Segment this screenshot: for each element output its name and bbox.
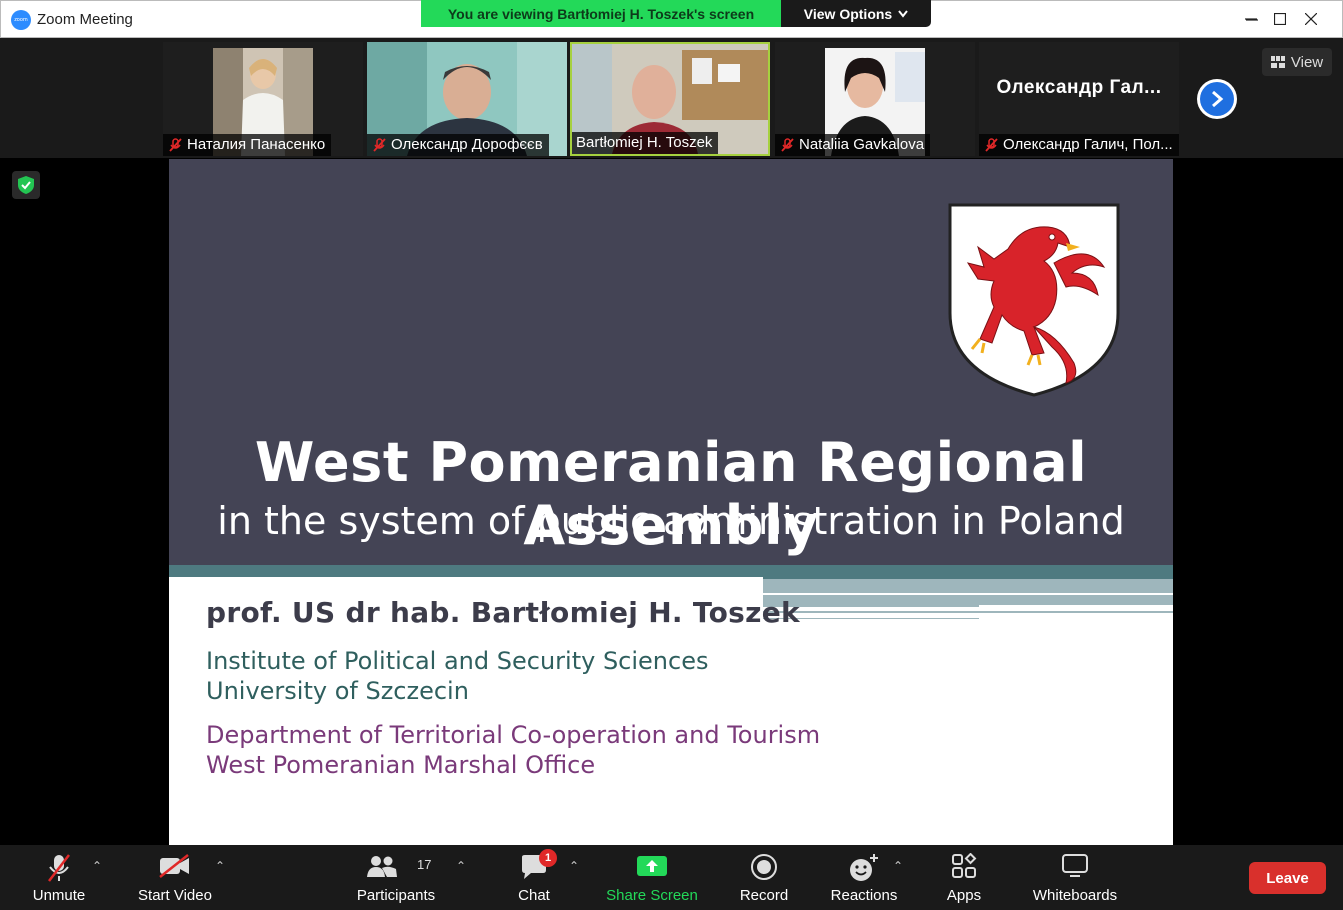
view-options-button[interactable]: View Options <box>781 0 931 27</box>
maximize-button[interactable] <box>1228 0 1286 37</box>
share-screen-arrow-icon <box>637 856 667 876</box>
decor-line <box>763 593 1173 595</box>
decor-line <box>979 605 1173 608</box>
apps-label: Apps <box>946 887 982 904</box>
slide-subtitle: in the system of public administration i… <box>217 499 1125 543</box>
apps-button[interactable]: Apps <box>938 845 990 910</box>
reactions-options-caret-icon[interactable]: ⌃ <box>893 859 903 873</box>
whiteboard-icon <box>1062 854 1088 877</box>
view-label: View <box>1290 53 1324 71</box>
mic-muted-icon <box>373 138 386 152</box>
chat-unread-badge: 1 <box>539 849 557 867</box>
shared-screen-slide: West Pomeranian Regional Assembly in the… <box>169 159 1173 845</box>
participant-tile[interactable]: Наталия Панасенко <box>163 42 363 156</box>
grid-icon <box>1270 56 1285 68</box>
reactions-label: Reactions <box>830 887 898 904</box>
share-screen-label: Share Screen <box>606 887 698 904</box>
decor-line <box>763 611 1173 613</box>
next-page-button[interactable] <box>1197 79 1237 119</box>
participant-tile[interactable]: Nataliia Gavkalova <box>775 42 975 156</box>
participant-tile[interactable]: Олександр Дорофєєв <box>367 42 567 156</box>
start-video-label: Start Video <box>138 887 212 904</box>
chat-options-caret-icon[interactable]: ⌃ <box>569 859 579 873</box>
audio-options-caret-icon[interactable]: ⌃ <box>92 859 102 873</box>
participant-name-label: Олександр Галич, Пол... <box>979 134 1179 156</box>
reactions-button[interactable]: Reactions <box>826 845 902 910</box>
affiliation-line: University of Szczecin <box>206 677 469 705</box>
close-button[interactable] <box>1282 0 1340 37</box>
mic-muted-icon <box>169 138 182 152</box>
chevron-down-icon <box>898 9 908 18</box>
video-camera-off-icon <box>159 854 189 878</box>
participant-tile[interactable]: Олександр Гал... Олександр Галич, Пол... <box>979 42 1179 156</box>
unmute-label: Unmute <box>32 887 86 904</box>
whiteboards-label: Whiteboards <box>1032 887 1118 904</box>
participant-name-label: Bartłomiej H. Toszek <box>572 132 719 154</box>
participant-tile-active-speaker[interactable]: Bartłomiej H. Toszek <box>570 42 770 156</box>
affiliation-line: Institute of Political and Security Scie… <box>206 647 709 675</box>
participants-button[interactable]: Participants <box>352 845 440 910</box>
viewing-screen-banner: You are viewing Bartłomiej H. Toszek's s… <box>421 0 781 27</box>
griffin-coat-of-arms-icon <box>948 203 1120 397</box>
participant-name: Наталия Панасенко <box>187 136 326 153</box>
participant-name: Bartłomiej H. Toszek <box>576 134 713 151</box>
view-layout-button[interactable]: View <box>1262 48 1332 76</box>
participant-name-label: Nataliia Gavkalova <box>775 134 931 156</box>
affiliation-line: Department of Territorial Co-operation a… <box>206 721 821 749</box>
participant-name: Nataliia Gavkalova <box>799 136 925 153</box>
participants-label: Participants <box>356 887 436 904</box>
record-button[interactable]: Record <box>733 845 795 910</box>
people-icon <box>367 856 397 877</box>
participant-name: Олександр Дорофєєв <box>391 136 543 153</box>
participant-name-label: Олександр Дорофєєв <box>367 134 549 156</box>
microphone-muted-icon <box>48 854 70 882</box>
share-screen-button[interactable]: Share Screen <box>602 845 702 910</box>
apps-grid-icon <box>952 853 977 878</box>
window-title: Zoom Meeting <box>37 11 133 28</box>
close-icon <box>1305 12 1317 25</box>
chat-label: Chat <box>518 887 550 904</box>
leave-button[interactable]: Leave <box>1249 862 1326 894</box>
mic-muted-icon <box>985 138 998 152</box>
view-options-label: View Options <box>803 5 893 22</box>
participant-name-label: Наталия Панасенко <box>163 134 332 156</box>
start-video-button[interactable]: Start Video <box>132 845 218 910</box>
participants-options-caret-icon[interactable]: ⌃ <box>456 859 466 873</box>
video-options-caret-icon[interactable]: ⌃ <box>215 859 225 873</box>
whiteboards-button[interactable]: Whiteboards <box>1029 845 1121 910</box>
participants-count: 17 <box>417 857 432 872</box>
security-shield-icon[interactable] <box>12 171 40 199</box>
zoom-app-icon: zoom <box>11 10 31 30</box>
chevron-right-icon <box>1200 82 1234 116</box>
participant-name: Олександр Галич, Пол... <box>1003 136 1173 153</box>
affiliation-line: West Pomeranian Marshal Office <box>206 751 596 779</box>
presenter-name: prof. US dr hab. Bartłomiej H. Toszek <box>206 596 800 629</box>
record-label: Record <box>739 887 789 904</box>
participant-display-name: Олександр Гал... <box>996 77 1162 98</box>
smiley-plus-icon <box>850 854 878 881</box>
mic-muted-icon <box>781 138 794 152</box>
unmute-button[interactable]: Unmute <box>22 845 96 910</box>
record-icon <box>751 854 777 880</box>
